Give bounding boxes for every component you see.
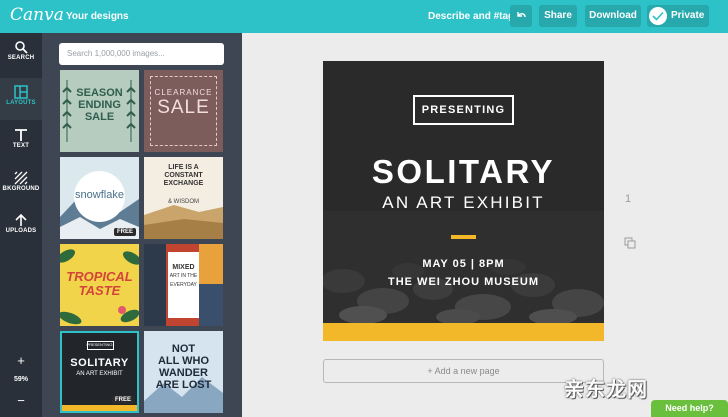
check-icon — [652, 11, 664, 21]
describe-and-tag-link[interactable]: Describe and #tag — [428, 11, 514, 22]
text-icon — [0, 121, 42, 143]
thumb-text: SEASON — [76, 87, 123, 99]
nav-label-uploads: UPLOADS — [5, 228, 37, 234]
thumb-text: CLEARANCE — [154, 88, 213, 97]
download-button[interactable]: Download — [585, 5, 641, 27]
poster-venue[interactable]: THE WEI ZHOU MUSEUM — [323, 276, 604, 288]
thumb-text: EVERYDAY — [170, 282, 197, 288]
free-badge: FREE — [113, 228, 136, 236]
nav-item-text[interactable]: TEXT — [0, 121, 42, 163]
thumb-text: MIXED — [172, 264, 195, 271]
thumb-text: ALL WHO — [157, 355, 210, 367]
thumb-text: snowflake — [75, 189, 124, 201]
thumb-text: SALE — [157, 97, 210, 118]
thumb-text: LIFE IS A — [168, 164, 199, 171]
copy-page-icon[interactable] — [624, 237, 636, 249]
need-help-button[interactable]: Need help? — [651, 400, 728, 417]
nav-item-search[interactable]: SEARCH — [0, 33, 42, 75]
thumb-text: PRESENTING — [86, 342, 113, 347]
thumb-text: TROPICAL — [66, 269, 133, 284]
layout-thumbnail-tropical[interactable]: TROPICAL TASTE — [60, 244, 139, 326]
top-bar: Canva Your designs Describe and #tag Sha… — [0, 0, 728, 33]
share-button[interactable]: Share — [539, 5, 577, 27]
design-workspace: PRESENTING SOLITARY AN ART EXHIBIT MAY 0… — [242, 33, 728, 417]
left-nav: SEARCH LAYOUTS TEXT BKGROUND UPLOADS + 5… — [0, 33, 42, 417]
private-label: Private — [671, 10, 705, 21]
poster-title[interactable]: SOLITARY — [323, 153, 604, 191]
nav-label-layouts: LAYOUTS — [6, 100, 36, 106]
thumb-text: EXCHANGE — [163, 180, 204, 187]
thumb-text: SOLITARY — [70, 357, 129, 369]
private-toggle[interactable]: Private — [647, 5, 709, 27]
nav-label-text: TEXT — [12, 143, 30, 149]
accent-dash — [451, 235, 476, 239]
add-new-page-button[interactable]: + Add a new page — [323, 359, 604, 383]
thumb-text: & WISDOM — [168, 199, 199, 205]
design-page[interactable]: PRESENTING SOLITARY AN ART EXHIBIT MAY 0… — [323, 61, 604, 341]
thumb-text: ART IN THE — [169, 273, 198, 279]
thumb-text: TASTE — [78, 283, 121, 298]
search-icon — [0, 33, 42, 55]
upload-icon — [0, 206, 42, 228]
nav-item-uploads[interactable]: UPLOADS — [0, 206, 42, 248]
layout-thumbnail-snowflake[interactable]: snowflake FREE — [60, 157, 139, 239]
thumb-text: SALE — [84, 111, 115, 123]
page-number: 1 — [625, 193, 632, 205]
thumb-text: CONSTANT — [164, 172, 203, 179]
thumb-text: WANDER — [159, 367, 208, 379]
zoom-in-button[interactable]: + — [13, 353, 29, 369]
nav-item-background[interactable]: BKGROUND — [0, 164, 42, 206]
layout-thumbnail-season-sale[interactable]: SEASON ENDING SALE — [60, 70, 139, 152]
presenting-label[interactable]: PRESENTING — [413, 95, 514, 125]
zoom-out-button[interactable]: − — [13, 393, 29, 409]
free-badge: FREE — [111, 396, 134, 404]
poster-subtitle[interactable]: AN ART EXHIBIT — [323, 193, 604, 213]
watermark: 亲东龙网 — [564, 379, 648, 401]
layout-thumbnail-solitary-selected[interactable]: PRESENTING SOLITARY AN ART EXHIBIT FREE — [60, 331, 139, 413]
your-designs-link[interactable]: Your designs — [66, 11, 129, 22]
zoom-level: 59% — [13, 376, 28, 383]
thumb-text: ARE LOST — [155, 379, 212, 391]
canva-logo[interactable]: Canva — [10, 5, 64, 25]
poster-date[interactable]: MAY 05 | 8PM — [323, 258, 604, 270]
background-icon — [0, 164, 42, 186]
undo-button[interactable] — [510, 5, 532, 27]
layout-thumbnail-wisdom[interactable]: LIFE IS A CONSTANT EXCHANGE & WISDOM — [144, 157, 223, 239]
private-toggle-knob — [649, 7, 667, 25]
layouts-icon — [0, 78, 42, 100]
thumb-text: ENDING — [78, 99, 121, 111]
layout-thumbnail-mixed-art[interactable]: MIXED ART IN THE EVERYDAY — [144, 244, 223, 326]
nav-label-background: BKGROUND — [2, 186, 40, 192]
image-search-input[interactable]: Search 1,000,000 images... — [59, 43, 224, 65]
nav-item-layouts[interactable]: LAYOUTS — [0, 78, 42, 120]
nav-label-search: SEARCH — [7, 55, 35, 61]
layouts-panel: Search 1,000,000 images... SEASON ENDING… — [42, 33, 242, 417]
undo-icon — [517, 12, 526, 18]
layout-thumbnail-clearance-sale[interactable]: CLEARANCE SALE — [144, 70, 223, 152]
yellow-band — [323, 323, 604, 341]
thumb-text: AN ART EXHIBIT — [76, 371, 123, 377]
layout-thumbnail-wander[interactable]: NOT ALL WHO WANDER ARE LOST — [144, 331, 223, 413]
thumb-text: NOT — [171, 343, 196, 355]
